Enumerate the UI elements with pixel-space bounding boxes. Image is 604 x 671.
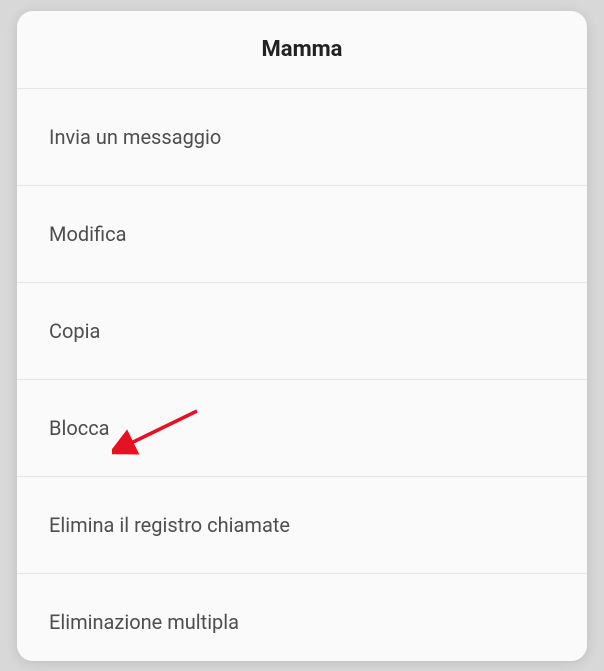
menu-item-label: Copia: [49, 319, 100, 343]
menu-item-label: Eliminazione multipla: [49, 610, 239, 634]
menu-item-delete-call-log[interactable]: Elimina il registro chiamate: [17, 477, 587, 574]
menu-item-label: Blocca: [49, 416, 110, 440]
menu-item-block[interactable]: Blocca: [17, 380, 587, 477]
dialog-header: Mamma: [17, 11, 587, 89]
menu-item-label: Modifica: [49, 222, 126, 246]
menu-item-copy[interactable]: Copia: [17, 283, 587, 380]
menu-item-label: Elimina il registro chiamate: [49, 513, 290, 537]
menu-item-multiple-delete[interactable]: Eliminazione multipla: [17, 574, 587, 661]
menu-item-send-message[interactable]: Invia un messaggio: [17, 89, 587, 186]
contact-options-dialog: Mamma Invia un messaggio Modifica Copia …: [17, 11, 587, 661]
menu-item-label: Invia un messaggio: [49, 125, 221, 149]
menu-item-edit[interactable]: Modifica: [17, 186, 587, 283]
menu-list: Invia un messaggio Modifica Copia Blocca…: [17, 89, 587, 661]
dialog-title: Mamma: [37, 37, 567, 62]
